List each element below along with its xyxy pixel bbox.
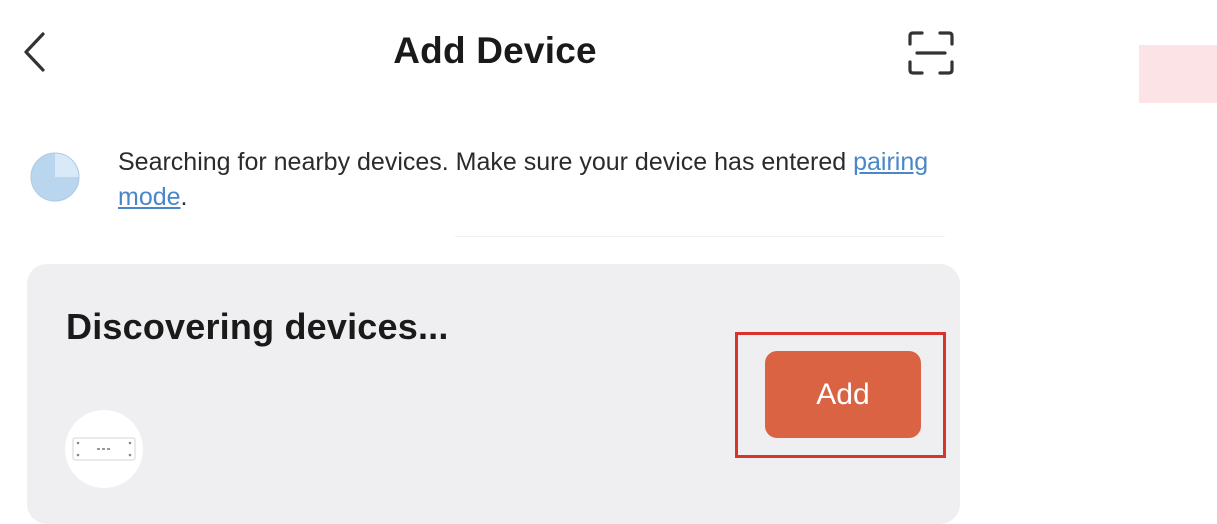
scan-frame-icon <box>908 31 954 75</box>
chevron-left-icon <box>24 32 45 72</box>
discovering-title: Discovering devices... <box>66 306 449 347</box>
scan-button[interactable] <box>904 28 958 78</box>
device-thumbnail[interactable] <box>65 410 143 488</box>
back-button[interactable] <box>14 28 54 76</box>
divider <box>455 236 945 237</box>
loading-spinner-icon <box>30 152 80 202</box>
search-notice: Searching for nearby devices. Make sure … <box>118 145 938 215</box>
device-thumbnail-icon <box>72 437 136 461</box>
notice-text-before: Searching for nearby devices. Make sure … <box>118 148 854 176</box>
discovering-card: Discovering devices... Add <box>27 264 960 524</box>
decorative-pink-block <box>1139 45 1217 103</box>
notice-text-after: . <box>180 183 188 211</box>
add-button[interactable]: Add <box>765 351 921 438</box>
page-title: Add Device <box>393 30 597 71</box>
